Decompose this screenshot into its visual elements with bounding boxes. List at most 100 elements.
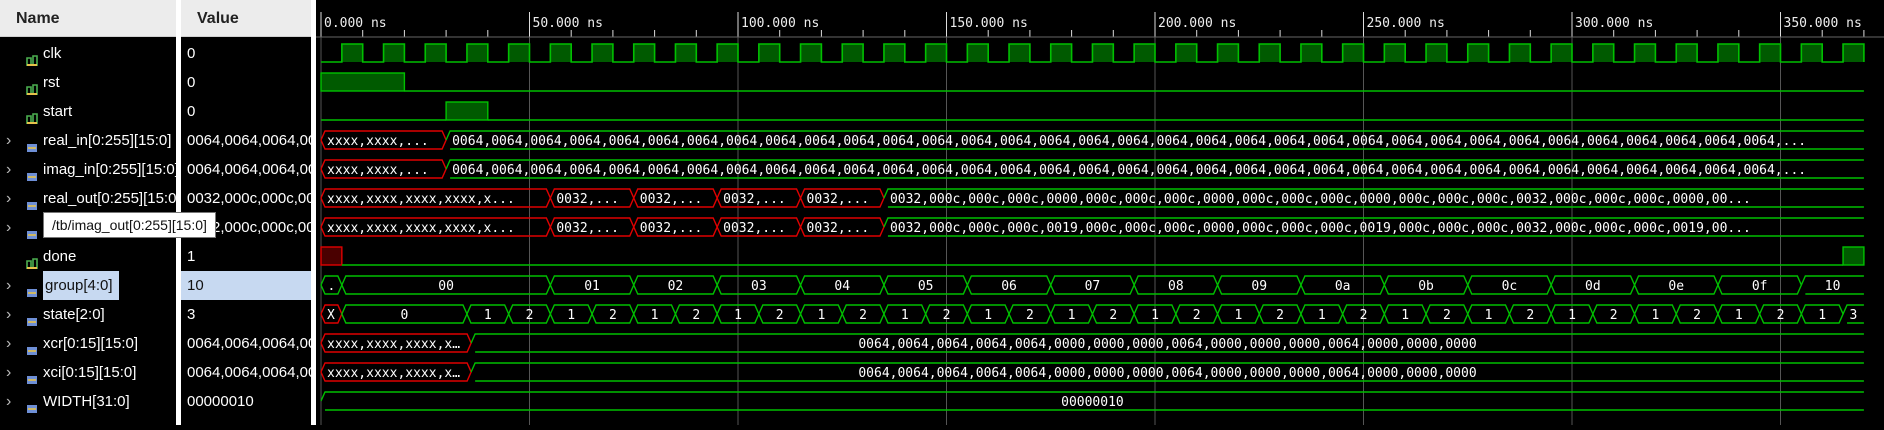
state-value-label: 1: [984, 308, 992, 323]
state-value-label: 1: [1568, 308, 1576, 323]
waveform-canvas[interactable]: 0.000 ns 50.000 ns 100.000 ns 150.000 ns 200…: [316, 0, 1884, 425]
state-value-label: 1: [651, 308, 659, 323]
real_out-value-label: 0032,...: [723, 192, 786, 207]
real_out-value-label: xxxx,xxxx,xxxx,xxxx,x...: [327, 192, 515, 207]
state-value-label: 1: [1651, 308, 1659, 323]
clock-high-pulse: [1676, 44, 1698, 62]
signal-value-rst: 0: [187, 74, 196, 91]
xcr-value-label: xxxx,xxxx,xxxx,x…: [327, 337, 460, 352]
signal-row-xci[interactable]: › xci[0:15][15:0]: [0, 358, 176, 387]
state-value-label: 2: [1777, 308, 1785, 323]
bus-signal-icon: [26, 280, 38, 297]
signal-row-clk[interactable]: clk: [0, 39, 176, 68]
clock-high-pulse: [1300, 44, 1322, 62]
timeline-tick-label: 350.000 ns: [1784, 16, 1862, 31]
bus-signal-icon: [26, 338, 38, 355]
clock-high-pulse: [1759, 44, 1781, 62]
expand-chevron-icon[interactable]: ›: [6, 126, 11, 155]
imag_out-value-label: 0032,...: [723, 221, 786, 236]
signal-name: rst: [43, 74, 60, 91]
signal-row-real_out[interactable]: › real_out[0:255][15:0]: [0, 184, 181, 213]
signal-row-xcr[interactable]: › xcr[0:15][15:0]: [0, 329, 176, 358]
state-value-label: 2: [776, 308, 784, 323]
state-value-label: 1: [1318, 308, 1326, 323]
name-column-header[interactable]: Name: [0, 0, 176, 37]
expand-chevron-icon[interactable]: ›: [6, 271, 11, 300]
clock-high-pulse: [1217, 44, 1239, 62]
state-value-label: 1: [1234, 308, 1242, 323]
bus-signal-icon: [26, 222, 38, 239]
state-value-label: 2: [1276, 308, 1284, 323]
value-column-header[interactable]: Value: [181, 0, 311, 37]
state-value-label: 2: [609, 308, 617, 323]
state-value-label: 2: [526, 308, 534, 323]
signal-row-done[interactable]: done: [0, 242, 176, 271]
expand-chevron-icon[interactable]: ›: [6, 213, 11, 242]
group-value-label: 0a: [1335, 279, 1351, 294]
clock-high-pulse: [1843, 44, 1864, 62]
signal-row-start[interactable]: start: [0, 97, 176, 126]
signal-row-state[interactable]: › state[2:0]: [0, 300, 176, 329]
group-value-label: 0d: [1585, 279, 1601, 294]
state-value-label: 2: [1026, 308, 1034, 323]
group-value-label: 07: [1085, 279, 1101, 294]
signal-row-imag_in[interactable]: › imag_in[0:255][15:0]: [0, 155, 179, 184]
bus-signal-icon: [26, 396, 38, 413]
state-value-label: 3: [1850, 308, 1858, 323]
real_in-value-label: xxxx,xxxx,...: [327, 134, 429, 149]
state-value-label: 1: [484, 308, 492, 323]
timeline-tick-label: 150.000 ns: [950, 16, 1028, 31]
real_out-value-label: 0032,...: [807, 192, 870, 207]
signal-value-width: 00000010: [187, 393, 254, 410]
bus-signal-icon: [26, 135, 38, 152]
group-value-label: 06: [1001, 279, 1017, 294]
expand-chevron-icon[interactable]: ›: [6, 387, 11, 416]
bit-signal-icon: [26, 48, 38, 66]
group-value-label: 09: [1251, 279, 1267, 294]
state-value-label: 1: [1068, 308, 1076, 323]
group-value-label: 0c: [1502, 279, 1518, 294]
expand-chevron-icon[interactable]: ›: [6, 329, 11, 358]
state-value-label: 2: [943, 308, 951, 323]
clock-high-pulse: [466, 44, 488, 62]
rst-high-segment: [320, 72, 406, 92]
expand-chevron-icon[interactable]: ›: [6, 155, 11, 184]
expand-chevron-icon[interactable]: ›: [6, 300, 11, 329]
expand-chevron-icon[interactable]: ›: [6, 184, 11, 213]
group-value-label: 0f: [1752, 279, 1768, 294]
state-value-label: 1: [567, 308, 575, 323]
clock-high-pulse: [592, 44, 613, 62]
bus-signal-icon: [26, 309, 38, 326]
signal-value-start: 0: [187, 103, 196, 120]
signal-row-width[interactable]: › WIDTH[31:0]: [0, 387, 176, 416]
expand-chevron-icon[interactable]: ›: [6, 358, 11, 387]
timeline-tick-label: 0.000 ns: [324, 16, 387, 31]
signal-value-done: 1: [187, 248, 196, 265]
clock-high-pulse: [1259, 44, 1281, 62]
clock-high-pulse: [1050, 44, 1072, 62]
state-value-label: 1: [1151, 308, 1159, 323]
imag_out-value-label: xxxx,xxxx,xxxx,xxxx,x...: [327, 221, 515, 236]
state-value-label: 1: [734, 308, 742, 323]
clock-high-pulse: [1175, 44, 1197, 62]
clock-high-pulse: [967, 44, 989, 62]
signal-name: group[4:0]: [43, 271, 119, 300]
signal-row-real_in[interactable]: › real_in[0:255][15:0]: [0, 126, 176, 155]
signal-row-group[interactable]: › group[4:0]: [0, 271, 176, 300]
xci-value-label: 0064,0064,0064,0064,0064,0000,0000,0000,…: [858, 366, 1476, 381]
imag_in-value-label: 0064,0064,0064,0064,0064,0064,0064,0064,…: [452, 163, 1806, 178]
clock-high-pulse: [1467, 44, 1489, 62]
timeline-tick-label: 250.000 ns: [1367, 16, 1445, 31]
clock-high-pulse: [550, 44, 572, 62]
signal-row-rst[interactable]: rst: [0, 68, 176, 97]
state-value-label: 2: [1693, 308, 1701, 323]
imag_out-value-label: 0032,...: [556, 221, 619, 236]
group-value-label: 04: [834, 279, 850, 294]
signal-name: real_out[0:255][15:0]: [43, 190, 181, 207]
waveform-view[interactable]: 0.000 ns 50.000 ns 100.000 ns 150.000 ns 200…: [316, 0, 1884, 425]
state-value-label: 1: [1401, 308, 1409, 323]
imag_out-value-label: 0032,000c,000c,000c,0019,000c,000c,000c,…: [890, 221, 1751, 236]
imag_out-value-label: 0032,...: [640, 221, 703, 236]
xci-value-label: xxxx,xxxx,xxxx,x…: [327, 366, 460, 381]
group-value-label: 10: [1825, 279, 1841, 294]
